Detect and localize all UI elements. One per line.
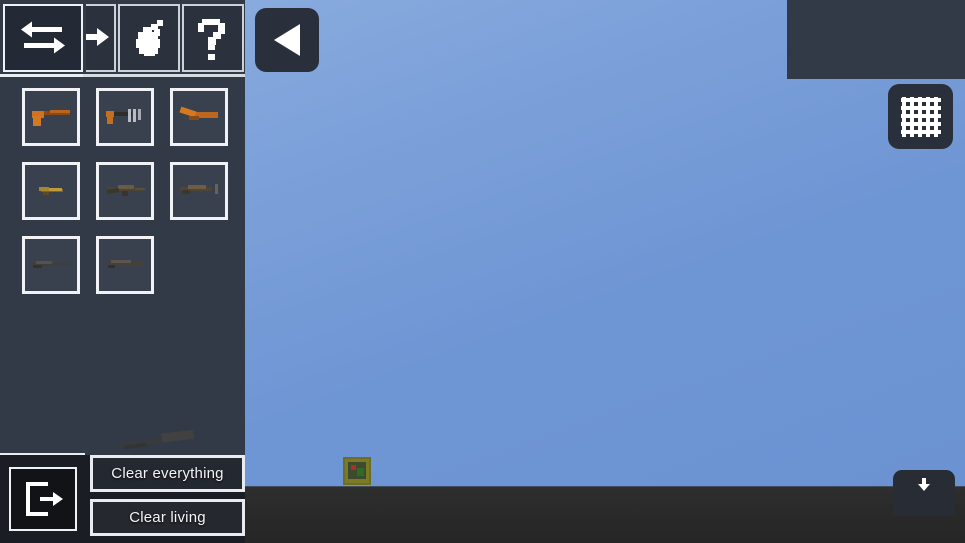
collapse-button[interactable] [893,470,955,516]
sidebar-bottom-bar: Clear everything Clear living [0,455,245,543]
back-button[interactable] [255,8,319,72]
player-marker-green [357,468,364,476]
weapon-cell-pistol[interactable] [22,88,80,146]
weapon-cell-sniper-rifle[interactable] [22,236,80,294]
grid-icon [900,96,941,137]
app-root: Clear everything Clear living [0,0,965,543]
carbine-icon [28,180,74,202]
clear-living-button[interactable]: Clear living [90,499,245,536]
clear-everything-label: Clear everything [111,465,224,482]
playback-panel [787,0,965,79]
swap-arrows-icon [21,21,65,54]
tab-arrow[interactable] [86,4,116,72]
weapon-cell-sawed-off-shotgun[interactable] [170,88,228,146]
weapon-row [0,88,245,146]
collapse-down-icon [918,478,930,491]
weapon-cell-smg[interactable] [96,88,154,146]
weapon-row [0,236,245,294]
sawed-off-shotgun-icon [176,106,222,128]
tab-help[interactable] [182,4,244,72]
player-sprite[interactable] [340,456,374,486]
play-left-triangle-icon [274,24,300,56]
assault-rifle-icon [102,180,148,202]
question-mark-icon [198,19,225,60]
left-sidebar: Clear everything Clear living [0,0,245,543]
weapon-row [0,162,245,220]
exit-door-icon [26,482,63,516]
sniper-rifle-icon [28,254,74,276]
grid-toggle-button[interactable] [888,84,953,149]
tab-swap[interactable] [3,4,83,72]
right-arrow-icon [86,28,109,46]
weapon-cell-battle-rifle[interactable] [170,162,228,220]
weapon-cell-assault-rifle[interactable] [96,162,154,220]
exit-button[interactable] [9,467,77,531]
sidebar-tabbar [0,0,245,77]
tab-grenade[interactable] [118,4,180,72]
player-marker-red [351,465,356,470]
weapon-cell-long-rifle[interactable] [96,236,154,294]
long-rifle-icon [102,254,148,276]
weapon-cell-carbine[interactable] [22,162,80,220]
weapon-preview-sprite [117,427,200,453]
clear-living-label: Clear living [129,509,206,526]
submachine-gun-icon [102,106,148,128]
grenade-icon [136,20,163,56]
weapon-grid [0,88,245,310]
clear-buttons-group: Clear everything Clear living [90,454,245,543]
pistol-icon [28,106,74,128]
clear-everything-button[interactable]: Clear everything [90,455,245,492]
tab-underline [0,74,245,77]
battle-rifle-icon [176,180,222,202]
